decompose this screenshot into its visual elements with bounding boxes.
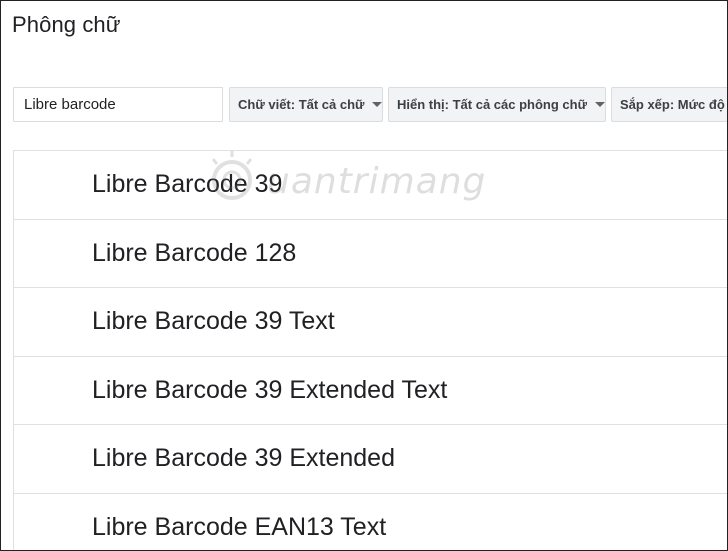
list-item[interactable]: Libre Barcode 128 (14, 220, 727, 288)
sort-filter-dropdown[interactable]: Sắp xếp: Mức độ (611, 87, 727, 122)
font-name: Libre Barcode EAN13 Text (92, 512, 387, 541)
list-item[interactable]: Libre Barcode 39 Extended (14, 425, 727, 494)
list-item[interactable]: Libre Barcode 39 Text (14, 288, 727, 357)
chevron-down-icon (372, 102, 382, 107)
list-item[interactable]: Libre Barcode 39 (14, 151, 727, 220)
search-input[interactable]: Libre barcode (13, 87, 223, 122)
font-name: Libre Barcode 39 (92, 170, 283, 199)
font-name: Libre Barcode 39 Text (92, 307, 335, 336)
chevron-down-icon (595, 102, 605, 107)
dialog-title: Phông chữ (12, 12, 121, 37)
search-input-value: Libre barcode (24, 96, 116, 113)
script-filter-label: Chữ viết: Tất cả chữ (238, 97, 365, 112)
show-filter-label: Hiển thị: Tất cả các phông chữ (397, 97, 587, 112)
list-item[interactable]: Libre Barcode EAN13 Text (14, 494, 727, 551)
sort-filter-label: Sắp xếp: Mức độ (620, 97, 725, 112)
list-item[interactable]: Libre Barcode 39 Extended Text (14, 357, 727, 425)
font-dialog: Phông chữ Libre barcode Chữ viết: Tất cả… (0, 0, 728, 551)
font-name: Libre Barcode 39 Extended Text (92, 375, 448, 404)
font-list: Libre Barcode 39 Libre Barcode 128 Libre… (13, 150, 727, 551)
show-filter-dropdown[interactable]: Hiển thị: Tất cả các phông chữ (388, 87, 606, 122)
font-name: Libre Barcode 128 (92, 238, 297, 267)
font-name: Libre Barcode 39 Extended (92, 444, 395, 473)
script-filter-dropdown[interactable]: Chữ viết: Tất cả chữ (229, 87, 383, 122)
